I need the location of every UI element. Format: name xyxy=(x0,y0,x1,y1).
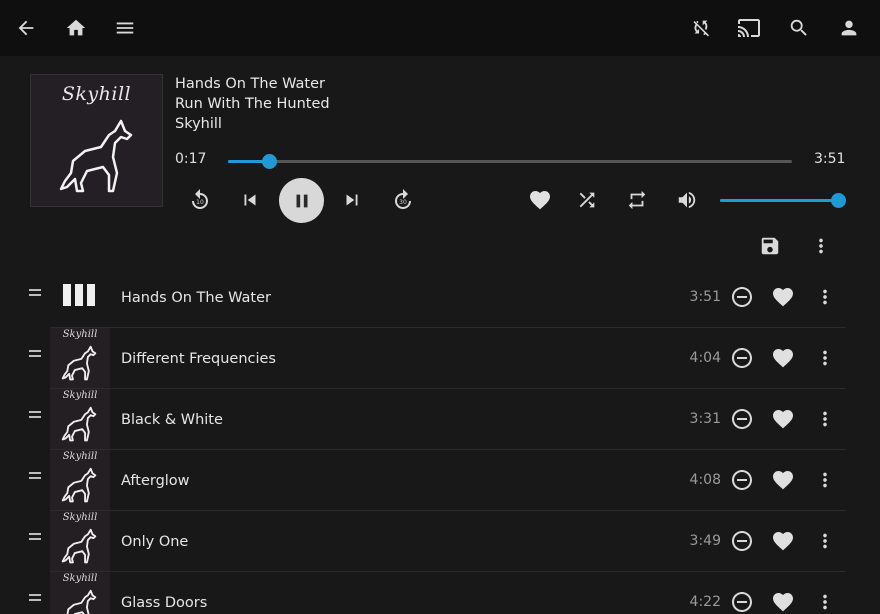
howling-wolf-icon xyxy=(61,345,97,381)
album-cover: Skyhill xyxy=(30,74,163,207)
volume-icon[interactable] xyxy=(673,186,701,214)
favorite-icon[interactable] xyxy=(770,528,796,554)
volume-fill xyxy=(720,199,838,202)
howling-wolf-icon xyxy=(61,406,97,442)
track-title: Different Frequencies xyxy=(121,351,276,367)
remove-circle-icon[interactable] xyxy=(729,345,755,371)
menu-icon[interactable] xyxy=(111,14,139,42)
progress-slider[interactable] xyxy=(228,154,792,169)
account-icon[interactable] xyxy=(835,14,863,42)
remove-circle-icon[interactable] xyxy=(729,589,755,614)
track-title: Hands On The Water xyxy=(121,290,271,306)
remove-circle-icon[interactable] xyxy=(729,406,755,432)
track-thumbnail: Skyhill xyxy=(50,389,110,449)
track-title: Afterglow xyxy=(121,473,190,489)
remove-circle-icon[interactable] xyxy=(729,284,755,310)
favorite-icon[interactable] xyxy=(770,345,796,371)
svg-text:10: 10 xyxy=(196,199,204,206)
track-title: Only One xyxy=(121,534,189,550)
save-queue-icon[interactable] xyxy=(757,233,783,259)
queue-row[interactable]: Skyhill Black & White 3:31 xyxy=(0,389,880,450)
top-app-bar xyxy=(0,0,880,56)
favorite-icon[interactable] xyxy=(770,589,796,614)
drag-handle-icon[interactable] xyxy=(27,450,43,511)
track-thumbnail: Skyhill xyxy=(50,450,110,510)
favorite-icon[interactable] xyxy=(770,284,796,310)
more-options-icon[interactable] xyxy=(812,345,838,371)
thumb-logo-text: Skyhill xyxy=(62,512,98,523)
volume-handle[interactable] xyxy=(831,193,846,208)
more-options-icon[interactable] xyxy=(812,467,838,493)
thumb-logo-text: Skyhill xyxy=(62,573,98,584)
home-icon[interactable] xyxy=(62,14,90,42)
remove-circle-icon[interactable] xyxy=(729,467,755,493)
total-duration: 3:51 xyxy=(814,151,846,167)
progress-handle[interactable] xyxy=(262,154,278,169)
queue-row[interactable]: Hands On The Water 3:51 xyxy=(0,267,880,328)
more-options-icon[interactable] xyxy=(812,284,838,310)
track-duration: 3:49 xyxy=(689,533,721,549)
thumb-logo-text: Skyhill xyxy=(62,451,98,462)
skip-next-icon[interactable] xyxy=(338,186,366,214)
elapsed-time: 0:17 xyxy=(175,151,207,167)
cast-icon[interactable] xyxy=(735,14,763,42)
now-playing-indicator-icon xyxy=(63,284,95,306)
more-options-icon[interactable] xyxy=(812,589,838,614)
track-duration: 3:51 xyxy=(689,289,721,305)
track-thumbnail: Skyhill xyxy=(50,328,110,388)
thumb-logo-text: Skyhill xyxy=(62,329,98,340)
replay-10-icon[interactable]: 10 xyxy=(186,186,214,214)
drag-handle-icon[interactable] xyxy=(27,572,43,614)
track-thumbnail: Skyhill xyxy=(50,572,110,614)
cover-logo-text: Skyhill xyxy=(61,83,132,105)
svg-text:30: 30 xyxy=(399,199,407,206)
queue-row[interactable]: Skyhill Different Frequencies 4:04 xyxy=(0,328,880,389)
favorite-icon[interactable] xyxy=(770,406,796,432)
skip-previous-icon[interactable] xyxy=(236,186,264,214)
queue-row[interactable]: Skyhill Glass Doors 4:22 xyxy=(0,572,880,614)
search-icon[interactable] xyxy=(785,14,813,42)
shuffle-icon[interactable] xyxy=(573,186,601,214)
howling-wolf-icon xyxy=(59,119,133,193)
now-playing-artist[interactable]: Skyhill xyxy=(175,116,222,132)
remove-circle-icon[interactable] xyxy=(729,528,755,554)
now-playing-album[interactable]: Run With The Hunted xyxy=(175,96,330,112)
drag-handle-icon[interactable] xyxy=(27,267,43,328)
track-title: Black & White xyxy=(121,412,223,428)
track-thumbnail: Skyhill xyxy=(50,511,110,571)
more-options-icon[interactable] xyxy=(812,406,838,432)
drag-handle-icon[interactable] xyxy=(27,511,43,572)
thumb-logo-text: Skyhill xyxy=(62,390,98,401)
forward-30-icon[interactable]: 30 xyxy=(389,186,417,214)
howling-wolf-icon xyxy=(61,467,97,503)
howling-wolf-icon xyxy=(66,589,97,614)
drag-handle-icon[interactable] xyxy=(27,389,43,450)
track-duration: 3:31 xyxy=(689,411,721,427)
track-duration: 4:04 xyxy=(689,350,721,366)
track-duration: 4:08 xyxy=(689,472,721,488)
howling-wolf-icon xyxy=(61,528,97,564)
track-title: Glass Doors xyxy=(121,595,208,611)
repeat-icon[interactable] xyxy=(623,186,651,214)
back-arrow-icon[interactable] xyxy=(12,14,40,42)
sync-disabled-icon[interactable] xyxy=(686,14,714,42)
pause-button[interactable] xyxy=(279,178,324,223)
queue-row[interactable]: Skyhill Only One 3:49 xyxy=(0,511,880,572)
now-playing-title: Hands On The Water xyxy=(175,76,325,92)
volume-slider[interactable] xyxy=(720,193,846,208)
drag-handle-icon[interactable] xyxy=(27,328,43,389)
favorite-icon[interactable] xyxy=(526,186,554,214)
queue-more-icon[interactable] xyxy=(808,233,834,259)
pause-icon xyxy=(296,194,307,207)
more-options-icon[interactable] xyxy=(812,528,838,554)
queue-row[interactable]: Skyhill Afterglow 4:08 xyxy=(0,450,880,511)
favorite-icon[interactable] xyxy=(770,467,796,493)
track-duration: 4:22 xyxy=(689,594,721,610)
